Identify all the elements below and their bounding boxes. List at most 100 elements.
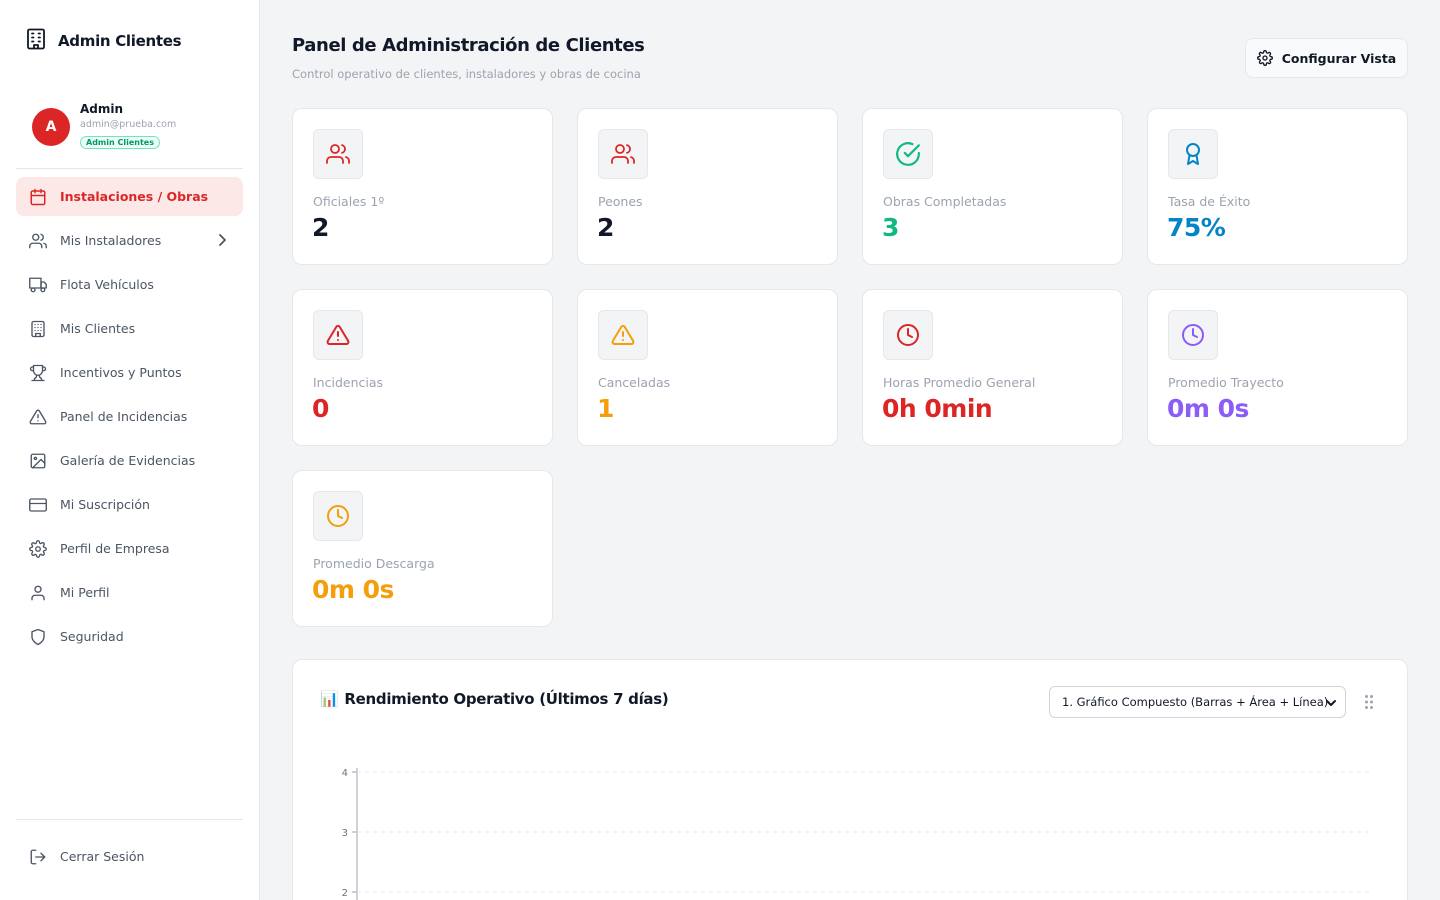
stat-label: Incidencias bbox=[313, 375, 384, 390]
credit-card-icon bbox=[29, 496, 47, 514]
y-tick-label: 2 bbox=[342, 888, 348, 899]
configure-view-label: Configurar Vista bbox=[1281, 50, 1397, 66]
drag-handle-icon[interactable] bbox=[1364, 694, 1374, 714]
sidebar-item-perfil-empresa[interactable]: Perfil de Empresa bbox=[16, 529, 243, 568]
stat-label: Promedio Trayecto bbox=[1168, 375, 1284, 390]
sidebar-divider bbox=[16, 819, 243, 820]
stat-value: 0 bbox=[312, 394, 329, 423]
sidebar-item-flota[interactable]: Flota Vehículos bbox=[16, 265, 243, 304]
building-icon bbox=[26, 28, 46, 54]
alert-triangle-icon bbox=[313, 310, 363, 360]
sidebar-item-incentivos[interactable]: Incentivos y Puntos bbox=[16, 353, 243, 392]
user-email: admin@prueba.com bbox=[80, 119, 177, 130]
stat-card-horas-promedio: Horas Promedio General 0h 0min bbox=[862, 289, 1123, 446]
stat-label: Peones bbox=[598, 194, 643, 209]
stat-value: 0m 0s bbox=[1167, 394, 1249, 423]
sidebar-item-seguridad[interactable]: Seguridad bbox=[16, 617, 243, 656]
sidebar-item-label: Incentivos y Puntos bbox=[60, 365, 182, 380]
stat-card-oficiales: Oficiales 1º 2 bbox=[292, 108, 553, 265]
award-icon bbox=[1168, 129, 1218, 179]
trophy-icon bbox=[29, 364, 47, 382]
stat-value: 3 bbox=[882, 213, 899, 242]
sidebar-item-label: Galería de Evidencias bbox=[60, 453, 196, 468]
chart-type-value: 1. Gráfico Compuesto (Barras + Área + Lí… bbox=[1062, 695, 1329, 709]
settings-icon bbox=[29, 539, 47, 558]
stat-label: Horas Promedio General bbox=[883, 375, 1036, 390]
chart-title-text: Rendimiento Operativo (Últimos 7 días) bbox=[344, 690, 669, 708]
stat-label: Oficiales 1º bbox=[313, 194, 385, 209]
stat-card-canceladas: Canceladas 1 bbox=[577, 289, 838, 446]
y-tick-label: 3 bbox=[342, 828, 348, 839]
chart-title: 📊 Rendimiento Operativo (Últimos 7 días) bbox=[320, 690, 669, 708]
sidebar-item-label: Mis Clientes bbox=[60, 321, 136, 336]
stat-value: 0m 0s bbox=[312, 575, 394, 604]
alert-triangle-icon bbox=[598, 310, 648, 360]
chart-emoji-icon: 📊 bbox=[320, 690, 339, 708]
stat-card-obras-completadas: Obras Completadas 3 bbox=[862, 108, 1123, 265]
user-name: Admin bbox=[80, 102, 124, 116]
logout-icon bbox=[29, 848, 47, 866]
logout-label: Cerrar Sesión bbox=[60, 849, 145, 864]
page-title: Panel de Administración de Clientes bbox=[292, 35, 645, 56]
stat-value: 2 bbox=[312, 213, 329, 242]
stat-label: Canceladas bbox=[598, 375, 671, 390]
check-circle-icon bbox=[883, 129, 933, 179]
users-icon bbox=[313, 129, 363, 179]
y-tick-label: 4 bbox=[342, 768, 348, 779]
calendar-icon bbox=[29, 188, 47, 206]
role-badge: Admin Clientes bbox=[80, 136, 160, 149]
logout-button[interactable]: Cerrar Sesión bbox=[16, 837, 243, 876]
clock-icon bbox=[1168, 310, 1218, 360]
sidebar-item-clientes[interactable]: Mis Clientes bbox=[16, 309, 243, 348]
stat-card-incidencias: Incidencias 0 bbox=[292, 289, 553, 446]
chevron-down-icon bbox=[1325, 697, 1337, 712]
chart-panel: 📊 Rendimiento Operativo (Últimos 7 días)… bbox=[292, 659, 1408, 900]
sidebar-item-instalaciones[interactable]: Instalaciones / Obras bbox=[16, 177, 243, 216]
image-icon bbox=[29, 452, 47, 470]
page-subtitle: Control operativo de clientes, instalado… bbox=[292, 67, 641, 81]
chart-plot: 4 3 2 bbox=[342, 768, 1373, 900]
sidebar-item-label: Instalaciones / Obras bbox=[60, 189, 209, 204]
sidebar-item-label: Flota Vehículos bbox=[60, 277, 154, 292]
brand: Admin Clientes bbox=[26, 28, 182, 54]
alert-triangle-icon bbox=[29, 408, 47, 426]
stat-value: 75% bbox=[1167, 213, 1226, 242]
chart-type-select[interactable]: 1. Gráfico Compuesto (Barras + Área + Lí… bbox=[1049, 686, 1346, 718]
brand-title: Admin Clientes bbox=[58, 32, 182, 50]
sidebar-divider bbox=[16, 168, 243, 169]
sidebar-nav: Instalaciones / Obras Mis Instaladores F… bbox=[16, 177, 243, 661]
sidebar-item-suscripcion[interactable]: Mi Suscripción bbox=[16, 485, 243, 524]
settings-icon bbox=[1256, 50, 1273, 66]
stat-label: Obras Completadas bbox=[883, 194, 1007, 209]
stat-label: Promedio Descarga bbox=[313, 556, 435, 571]
building-icon bbox=[29, 320, 47, 338]
stat-card-tasa-exito: Tasa de Éxito 75% bbox=[1147, 108, 1408, 265]
stat-label: Tasa de Éxito bbox=[1168, 194, 1251, 209]
sidebar-item-label: Mis Instaladores bbox=[60, 233, 162, 248]
sidebar-item-mi-perfil[interactable]: Mi Perfil bbox=[16, 573, 243, 612]
shield-icon bbox=[29, 628, 47, 646]
sidebar-item-label: Perfil de Empresa bbox=[60, 541, 170, 556]
users-icon bbox=[598, 129, 648, 179]
sidebar-item-label: Mi Suscripción bbox=[60, 497, 150, 512]
stat-value: 2 bbox=[597, 213, 614, 242]
truck-icon bbox=[29, 276, 47, 294]
stat-card-promedio-descarga: Promedio Descarga 0m 0s bbox=[292, 470, 553, 627]
users-icon bbox=[29, 232, 47, 250]
sidebar: Admin Clientes A Admin admin@prueba.com … bbox=[0, 0, 260, 900]
sidebar-item-incidencias[interactable]: Panel de Incidencias bbox=[16, 397, 243, 436]
clock-icon bbox=[313, 491, 363, 541]
configure-view-button[interactable]: Configurar Vista bbox=[1245, 38, 1408, 78]
stat-value: 1 bbox=[597, 394, 614, 423]
stat-value: 0h 0min bbox=[882, 394, 993, 423]
sidebar-item-galeria[interactable]: Galería de Evidencias bbox=[16, 441, 243, 480]
sidebar-item-label: Panel de Incidencias bbox=[60, 409, 188, 424]
clock-icon bbox=[883, 310, 933, 360]
sidebar-item-label: Seguridad bbox=[60, 629, 124, 644]
chevron-right-icon bbox=[217, 233, 227, 250]
stat-card-peones: Peones 2 bbox=[577, 108, 838, 265]
stat-card-promedio-trayecto: Promedio Trayecto 0m 0s bbox=[1147, 289, 1408, 446]
sidebar-item-instaladores[interactable]: Mis Instaladores bbox=[16, 221, 243, 260]
user-icon bbox=[29, 584, 47, 602]
sidebar-item-label: Mi Perfil bbox=[60, 585, 110, 600]
